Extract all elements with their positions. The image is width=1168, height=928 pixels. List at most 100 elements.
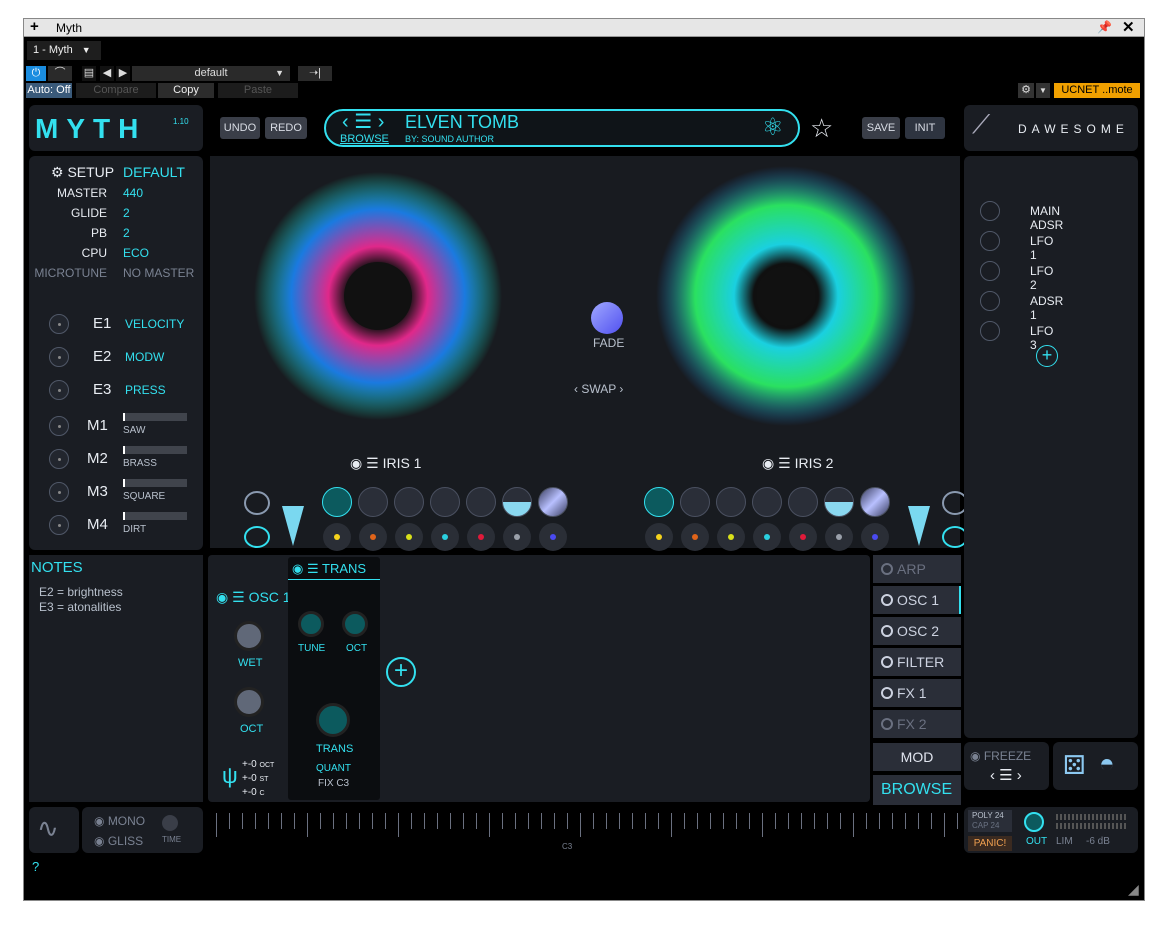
- macro-knob[interactable]: [49, 449, 69, 469]
- mod-button[interactable]: MOD: [873, 743, 961, 771]
- bowl-icon[interactable]: [502, 487, 532, 517]
- enable-radio-icon[interactable]: [881, 656, 893, 668]
- osc-1-header[interactable]: ◉ ☰ OSC 1: [216, 589, 291, 606]
- modulator-knob[interactable]: [980, 201, 1000, 221]
- notes-panel[interactable]: NOTES E2 = brightness E3 = atonalities: [29, 555, 203, 802]
- enable-radio-icon[interactable]: [881, 718, 893, 730]
- fix-label[interactable]: FIX C3: [318, 778, 349, 789]
- gear-icon[interactable]: ⚙: [1018, 83, 1034, 98]
- preset-tab[interactable]: 1 - Myth ▼: [27, 41, 101, 60]
- trans-header[interactable]: ◉ ☰ TRANS: [292, 561, 366, 577]
- modulator-knob[interactable]: [980, 321, 1000, 341]
- wet-knob[interactable]: [234, 621, 264, 651]
- oct-knob[interactable]: [234, 687, 264, 717]
- paste-button[interactable]: Paste: [218, 83, 298, 98]
- macro-bar[interactable]: [123, 512, 187, 520]
- pin-icon[interactable]: 📌: [1097, 20, 1112, 34]
- expression-knob[interactable]: [49, 380, 69, 400]
- mono-toggle[interactable]: ◉ MONO: [94, 814, 145, 828]
- expression-value[interactable]: MODW: [125, 350, 164, 364]
- enable-radio-icon[interactable]: [881, 687, 893, 699]
- iris-1-header[interactable]: ◉ ☰ IRIS 1: [350, 455, 421, 472]
- enable-radio-icon[interactable]: [881, 563, 893, 575]
- dial-icon[interactable]: [322, 487, 352, 517]
- save-button[interactable]: SAVE: [862, 117, 900, 139]
- color-dot[interactable]: [645, 523, 673, 551]
- panic-button[interactable]: PANIC!: [968, 836, 1012, 851]
- macro-bar[interactable]: [123, 413, 187, 421]
- color-dot[interactable]: [503, 523, 531, 551]
- macro-knob[interactable]: [49, 482, 69, 502]
- setup-row-value[interactable]: NO MASTER: [123, 266, 194, 280]
- triangle-icon[interactable]: [908, 506, 930, 546]
- enable-radio-icon[interactable]: [881, 594, 893, 606]
- keyboard[interactable]: C3: [210, 807, 960, 853]
- enable-radio-icon[interactable]: [881, 625, 893, 637]
- tune-knob[interactable]: [298, 611, 324, 637]
- dial-icon[interactable]: [644, 487, 674, 517]
- modulator-knob[interactable]: [980, 231, 1000, 251]
- color-dot[interactable]: [825, 523, 853, 551]
- module-tab[interactable]: FILTER: [873, 648, 961, 676]
- color-dot[interactable]: [539, 523, 567, 551]
- preset-browser[interactable]: ‹ ☰ › BROWSE ELVEN TOMB BY: SOUND AUTHOR…: [324, 109, 800, 147]
- prev-preset-icon[interactable]: ◀: [100, 66, 114, 81]
- color-dot[interactable]: [789, 523, 817, 551]
- module-tab[interactable]: FX 2: [873, 710, 961, 738]
- next-preset-icon[interactable]: ▶: [116, 66, 130, 81]
- modulator-knob[interactable]: [980, 291, 1000, 311]
- auto-button[interactable]: Auto: Off: [26, 83, 72, 98]
- circle-icon[interactable]: [358, 487, 388, 517]
- setup-row-value[interactable]: 440: [123, 186, 143, 200]
- redo-button[interactable]: REDO: [265, 117, 307, 139]
- expression-knob[interactable]: [49, 314, 69, 334]
- preset-select[interactable]: default ▼: [132, 66, 290, 81]
- trans-knob[interactable]: [316, 703, 350, 737]
- triangle-icon[interactable]: [282, 506, 304, 546]
- fan-icon[interactable]: [466, 487, 496, 517]
- undo-button[interactable]: UNDO: [220, 117, 260, 139]
- quant-label[interactable]: QUANT: [316, 763, 351, 774]
- add-module-icon[interactable]: +: [386, 657, 416, 687]
- module-tab[interactable]: FX 1: [873, 679, 961, 707]
- trans-oct-knob[interactable]: [342, 611, 368, 637]
- color-dot[interactable]: [323, 523, 351, 551]
- color-dot[interactable]: [717, 523, 745, 551]
- color-dot[interactable]: [395, 523, 423, 551]
- overlap-circles-icon[interactable]: [244, 491, 270, 515]
- dice-icon[interactable]: ⚄: [1063, 750, 1086, 781]
- expression-value[interactable]: PRESS: [125, 383, 166, 397]
- color-dot[interactable]: [681, 523, 709, 551]
- color-dot[interactable]: [753, 523, 781, 551]
- favorite-star-icon[interactable]: ☆: [810, 113, 833, 144]
- color-dot[interactable]: [467, 523, 495, 551]
- setup-row-value[interactable]: 2: [123, 206, 130, 220]
- poly-display[interactable]: POLY 24 CAP 24: [968, 810, 1012, 832]
- expression-value[interactable]: VELOCITY: [125, 317, 184, 331]
- color-dot[interactable]: [359, 523, 387, 551]
- fade-knob[interactable]: [591, 302, 623, 334]
- macro-knob[interactable]: [49, 416, 69, 436]
- module-tab[interactable]: OSC 1: [873, 586, 961, 614]
- gliss-toggle[interactable]: ◉ GLISS: [94, 834, 143, 848]
- browse-link[interactable]: BROWSE: [340, 133, 389, 145]
- bowl-icon[interactable]: [824, 487, 854, 517]
- freeze-toggle[interactable]: ◉ FREEZE: [970, 749, 1031, 763]
- lines-icon[interactable]: [430, 487, 460, 517]
- help-icon[interactable]: ?: [32, 859, 39, 874]
- setup-row-value[interactable]: 2: [123, 226, 130, 240]
- gradient-icon[interactable]: [860, 487, 890, 517]
- browse-button[interactable]: BROWSE: [873, 775, 961, 805]
- power-button[interactable]: ⏻: [26, 66, 46, 81]
- time-knob[interactable]: [162, 815, 178, 831]
- lim-label[interactable]: LIM: [1056, 836, 1073, 847]
- circle-icon[interactable]: [680, 487, 710, 517]
- setup-row-value[interactable]: ECO: [123, 246, 149, 260]
- modulator-knob[interactable]: [980, 261, 1000, 281]
- ucnet-button[interactable]: UCNET ..mote: [1054, 83, 1140, 98]
- swap-button[interactable]: ‹ SWAP ›: [574, 382, 623, 396]
- copy-button[interactable]: Copy: [158, 83, 214, 98]
- setup-title[interactable]: ⚙ SETUP: [51, 164, 114, 181]
- clipboard-icon[interactable]: ▤: [82, 66, 96, 81]
- macro-bar[interactable]: [123, 479, 187, 487]
